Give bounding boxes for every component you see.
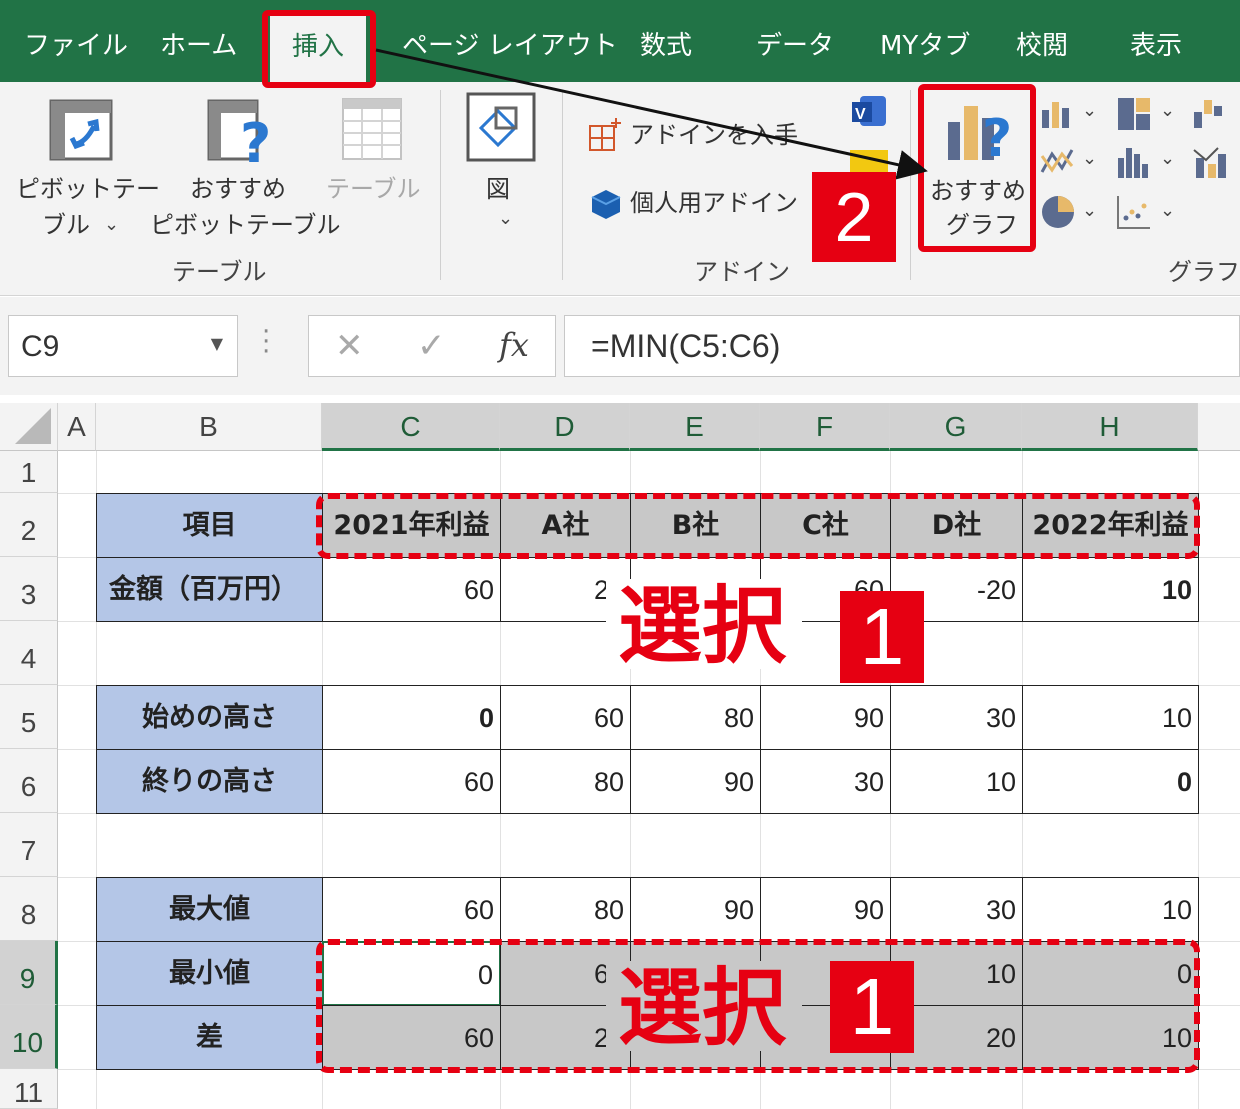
cell-b5[interactable]: 始めの高さ	[96, 685, 323, 750]
cell-h6[interactable]: 0	[1022, 749, 1199, 814]
cell-h5[interactable]: 10	[1022, 685, 1199, 750]
caret-down-icon[interactable]: ▼	[211, 334, 223, 353]
cell-b6[interactable]: 終りの高さ	[96, 749, 323, 814]
cell-b3[interactable]: 金額（百万円）	[96, 557, 323, 622]
insert-function-icon[interactable]: fx	[499, 326, 529, 364]
arrow-annotation	[375, 48, 928, 180]
cell-c5[interactable]: 0	[322, 685, 501, 750]
cell-c3[interactable]: 60	[322, 557, 501, 622]
row-header-4[interactable]: 4	[0, 621, 58, 685]
column-header-d[interactable]: D	[500, 403, 630, 451]
column-header-b[interactable]: B	[96, 403, 322, 451]
cell-h3[interactable]: 10	[1022, 557, 1199, 622]
row-header-8[interactable]: 8	[0, 877, 58, 941]
column-header-f[interactable]: F	[760, 403, 890, 451]
cell-b2[interactable]: 項目	[96, 493, 323, 558]
confirm-icon[interactable]: ✓	[417, 326, 446, 366]
row-header-5[interactable]: 5	[0, 685, 58, 749]
row-header-3[interactable]: 3	[0, 557, 58, 621]
formula-bar: C9 ▼ · · · ✕ ✓ fx =MIN(C5:C6)	[0, 297, 1240, 395]
worksheet-grid: A B C D E F G H 1 2 3 4 5 6 7 8 9 10 11 …	[0, 395, 1240, 1109]
cell-f5[interactable]: 90	[760, 685, 891, 750]
row-header-6[interactable]: 6	[0, 749, 58, 813]
row-header-7[interactable]: 7	[0, 813, 58, 877]
column-header-a[interactable]: A	[58, 403, 96, 451]
column-header-i[interactable]	[1198, 403, 1240, 451]
cell-g5[interactable]: 30	[890, 685, 1023, 750]
cell-e6[interactable]: 90	[630, 749, 761, 814]
formula-text: =MIN(C5:C6)	[591, 328, 781, 364]
cell-b8[interactable]: 最大値	[96, 877, 323, 942]
name-box-value: C9	[21, 330, 60, 363]
cell-d6[interactable]: 80	[500, 749, 631, 814]
column-header-e[interactable]: E	[630, 403, 760, 451]
cell-e8[interactable]: 90	[630, 877, 761, 942]
column-header-c[interactable]: C	[322, 403, 500, 451]
selection-highlight-headers	[316, 493, 1200, 559]
annotation-select-text: 選択	[618, 577, 787, 675]
formula-input[interactable]: =MIN(C5:C6)	[564, 315, 1240, 377]
column-header-g[interactable]: G	[890, 403, 1022, 451]
cell-g8[interactable]: 30	[890, 877, 1023, 942]
cell-d8[interactable]: 80	[500, 877, 631, 942]
annotation-select-text: 選択	[618, 959, 787, 1057]
step-badge-1: 1	[830, 961, 914, 1053]
cancel-icon[interactable]: ✕	[335, 326, 364, 366]
splitter-handle[interactable]: · · ·	[262, 319, 270, 365]
row-header-9[interactable]: 9	[0, 941, 58, 1005]
step-badge-1: 1	[840, 591, 924, 683]
cell-h8[interactable]: 10	[1022, 877, 1199, 942]
cell-e5[interactable]: 80	[630, 685, 761, 750]
cell-d5[interactable]: 60	[500, 685, 631, 750]
cell-f8[interactable]: 90	[760, 877, 891, 942]
formula-actions: ✕ ✓ fx	[308, 315, 556, 377]
column-header-h[interactable]: H	[1022, 403, 1198, 451]
step-badge-2: 2	[812, 172, 896, 262]
cell-b10[interactable]: 差	[96, 1005, 323, 1070]
cell-c8[interactable]: 60	[322, 877, 501, 942]
name-box[interactable]: C9 ▼	[8, 315, 238, 377]
row-header-10[interactable]: 10	[0, 1005, 58, 1069]
cell-b9[interactable]: 最小値	[96, 941, 323, 1006]
row-header-1[interactable]: 1	[0, 451, 58, 493]
cell-c6[interactable]: 60	[322, 749, 501, 814]
row-header-2[interactable]: 2	[0, 493, 58, 557]
row-header-11[interactable]: 11	[0, 1069, 58, 1109]
cell-f6[interactable]: 30	[760, 749, 891, 814]
select-all-button[interactable]	[0, 403, 58, 451]
cell-g6[interactable]: 10	[890, 749, 1023, 814]
